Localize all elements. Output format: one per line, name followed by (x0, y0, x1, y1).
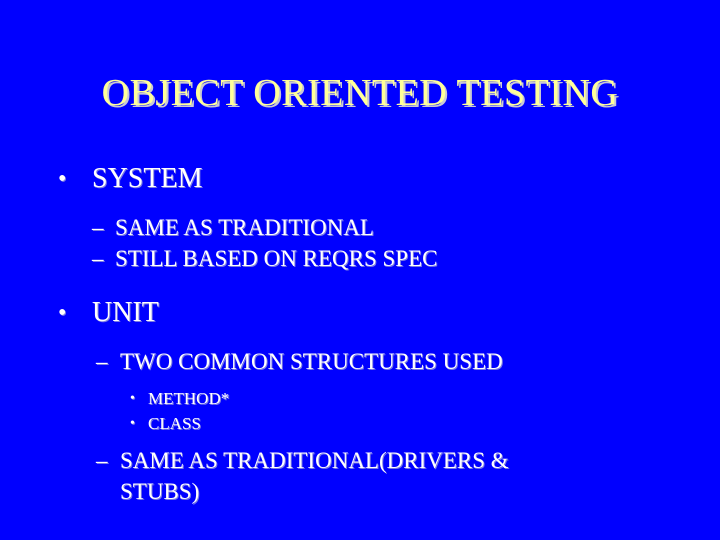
bullet-dash-icon: – (92, 215, 104, 240)
bullet-text-line1: SAME AS TRADITIONAL(DRIVERS & (120, 448, 509, 473)
bullet-dot-icon: • (58, 166, 67, 192)
bullet-dash-icon: – (92, 246, 104, 271)
bullet-dash-icon: – (96, 448, 108, 473)
bullet-text: SYSTEM (92, 163, 203, 194)
bullet-level1-unit: • UNIT (0, 294, 720, 332)
bullet-text: METHOD* (148, 389, 230, 408)
slide-canvas: OBJECT ORIENTED TESTING • SYSTEM – SAME … (0, 0, 720, 540)
slide-body: • SYSTEM – SAME AS TRADITIONAL – STILL B… (0, 160, 720, 507)
bullet-level3-class: • CLASS (0, 411, 720, 436)
bullet-text: TWO COMMON STRUCTURES USED (120, 349, 503, 374)
bullet-text: STILL BASED ON REQRS SPEC (115, 246, 438, 271)
page-title: OBJECT ORIENTED TESTING (101, 72, 619, 114)
bullet-text: CLASS (148, 414, 201, 433)
bullet-text: UNIT (92, 297, 159, 328)
bullet-level2-same-as-traditional: – SAME AS TRADITIONAL (0, 212, 720, 243)
bullet-dot-icon: • (130, 391, 135, 406)
bullet-dot-icon: • (58, 300, 67, 326)
bullet-text: SAME AS TRADITIONAL (115, 215, 374, 240)
bullet-level2-two-common-structures-used: – TWO COMMON STRUCTURES USED (0, 346, 720, 377)
bullet-dash-icon: – (96, 349, 108, 374)
bullet-level1-system: • SYSTEM (0, 160, 720, 198)
bullet-level3-method: • METHOD* (0, 386, 720, 411)
bullet-level2-same-as-traditional-drivers-stubs: – SAME AS TRADITIONAL(DRIVERS & STUBS) (0, 445, 720, 507)
bullet-level2-still-based-on-reqrs-spec: – STILL BASED ON REQRS SPEC (0, 243, 720, 274)
bullet-text-line2: STUBS) (120, 479, 200, 504)
bullet-dot-icon: • (130, 416, 135, 431)
